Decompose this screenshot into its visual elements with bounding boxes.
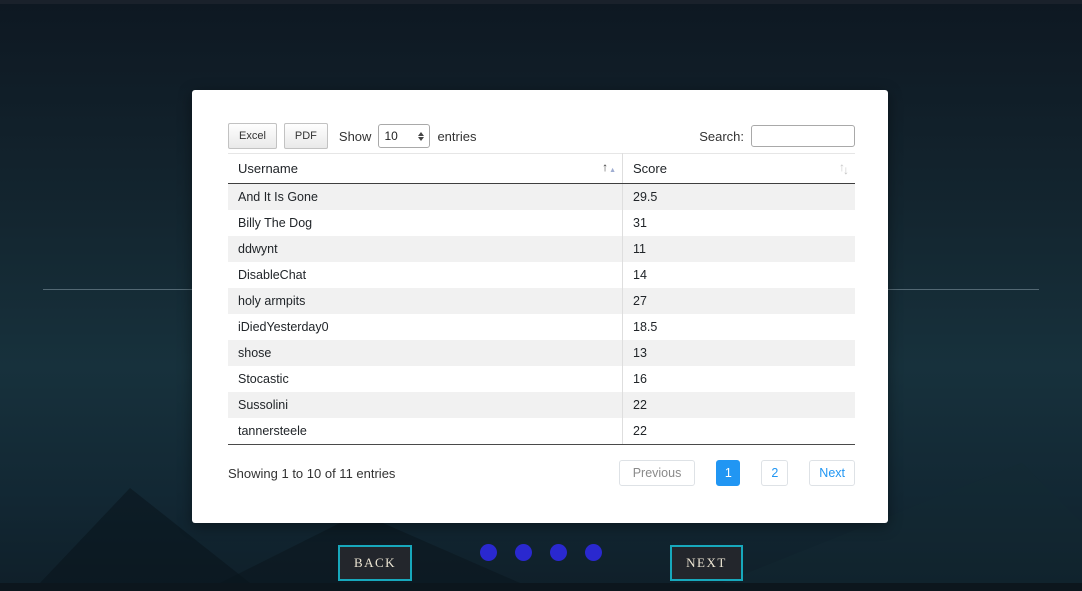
table-footer: Showing 1 to 10 of 11 entries Previous 1 2…	[228, 460, 855, 486]
username-cell: holy armpits	[228, 288, 623, 314]
table-row: And It Is Gone 29.5	[228, 183, 855, 210]
progress-dot	[550, 544, 567, 561]
table-row: iDiedYesterday0 18.5	[228, 314, 855, 340]
score-cell: 27	[633, 294, 647, 308]
sort-unsorted-icon	[839, 160, 849, 176]
export-pdf-button[interactable]: PDF	[283, 123, 328, 149]
table-row: Stocastic 16	[228, 366, 855, 392]
show-label: Show	[338, 128, 372, 144]
username-cell: DisableChat	[228, 262, 623, 288]
pagination-button-2[interactable]: 2	[761, 460, 789, 486]
page-size-value: 10	[384, 129, 398, 143]
search-input[interactable]	[751, 125, 855, 147]
progress-dots	[480, 544, 602, 561]
table-row: Billy The Dog 31	[228, 210, 855, 236]
scores-table: Username Score And It Is Gone 29.5 Billy T…	[228, 153, 855, 445]
username-cell: tannersteele	[228, 418, 623, 445]
username-cell: iDiedYesterday0	[228, 314, 623, 340]
table-row: ddwynt 11	[228, 236, 855, 262]
score-cell: 31	[633, 216, 647, 230]
table-row: shose 13	[228, 340, 855, 366]
scores-card: Excel PDF Show 10 entries Search: Userna…	[192, 90, 888, 523]
top-edge-strip	[0, 0, 1082, 4]
username-header-label: Username	[238, 161, 298, 176]
score-header-label: Score	[633, 161, 667, 176]
score-cell: 22	[622, 418, 855, 445]
table-row: Sussolini 22	[228, 392, 855, 418]
back-button[interactable]: BACK	[338, 545, 412, 581]
entries-info-text: Showing 1 to 10 of 11 entries	[228, 465, 396, 481]
username-cell: ddwynt	[228, 236, 623, 262]
page-size-select[interactable]: 10	[378, 124, 431, 148]
score-cell: 11	[633, 242, 646, 256]
score-cell: 16	[633, 372, 647, 386]
sort-ascending-icon	[602, 160, 616, 174]
table-row: DisableChat 14	[228, 262, 855, 288]
username-cell: shose	[228, 340, 623, 366]
progress-dot	[515, 544, 532, 561]
pagination-button-previous[interactable]: Previous	[618, 460, 696, 486]
score-cell: 13	[633, 346, 647, 360]
table-body: And It Is Gone 29.5 Billy The Dog 31 ddwynt 1…	[228, 183, 855, 445]
entries-label: entries	[437, 128, 477, 144]
export-excel-button[interactable]: Excel	[228, 123, 277, 149]
score-cell: 29.5	[633, 190, 658, 204]
score-cell: 14	[633, 268, 647, 282]
column-header-username[interactable]: Username	[228, 153, 623, 184]
score-cell: 22	[633, 398, 647, 412]
table-toolbar: Excel PDF Show 10 entries Search:	[228, 123, 855, 149]
progress-dot	[585, 544, 602, 561]
username-cell: Sussolini	[228, 392, 623, 418]
next-button[interactable]: NEXT	[670, 545, 743, 581]
username-cell: Stocastic	[228, 366, 623, 392]
search-area: Search:	[699, 125, 855, 147]
table-header-row: Username Score	[228, 153, 855, 184]
username-cell: And It Is Gone	[228, 183, 623, 210]
search-label: Search:	[699, 128, 744, 144]
pagination-button-next[interactable]: Next	[809, 460, 855, 486]
progress-dot	[480, 544, 497, 561]
bottom-edge-strip	[0, 583, 1082, 591]
username-cell: Billy The Dog	[228, 210, 623, 236]
pagination: Previous 1 2 Next	[618, 460, 855, 486]
select-spinner-icon	[418, 131, 425, 141]
column-header-score[interactable]: Score	[622, 153, 855, 184]
pagination-button-1[interactable]: 1	[716, 460, 741, 486]
table-row: holy armpits 27	[228, 288, 855, 314]
score-cell: 18.5	[633, 320, 658, 334]
table-row: tannersteele 22	[228, 418, 855, 445]
